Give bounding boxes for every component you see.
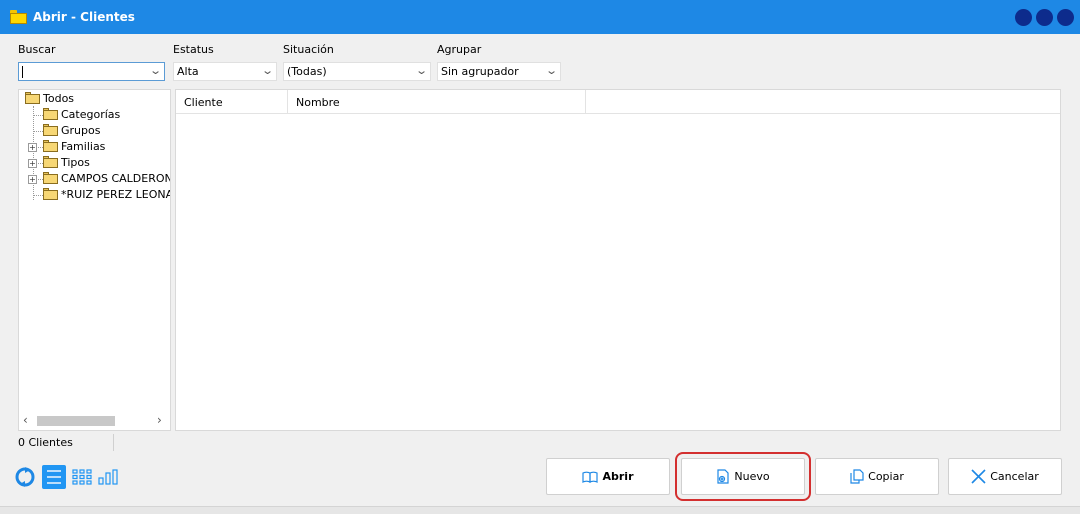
situacion-value: (Todas) xyxy=(287,65,327,78)
tree-item-label: Tipos xyxy=(61,155,90,169)
tree-item-label: Grupos xyxy=(61,123,101,137)
refresh-icon[interactable] xyxy=(14,466,36,488)
tree-item-categorias[interactable]: Categorías xyxy=(43,106,120,122)
tree-item-label: Familias xyxy=(61,139,106,153)
tree-item-tipos[interactable]: Tipos xyxy=(43,154,90,170)
tree-item-label: Categorías xyxy=(61,107,121,121)
situacion-select[interactable]: (Todas) ⌄ xyxy=(283,62,431,81)
abrir-label: Abrir xyxy=(602,470,634,483)
copy-icon xyxy=(850,469,864,484)
new-document-icon xyxy=(716,469,730,484)
column-label: Nombre xyxy=(296,95,340,109)
chevron-down-icon[interactable]: ⌄ xyxy=(415,64,428,77)
column-header-nombre[interactable]: Nombre xyxy=(288,90,586,114)
bottom-strip xyxy=(0,506,1080,514)
estatus-select[interactable]: Alta ⌄ xyxy=(173,62,277,81)
close-button[interactable] xyxy=(1057,9,1074,26)
folder-icon xyxy=(43,156,58,168)
situacion-label: Situación xyxy=(283,43,334,56)
copiar-button[interactable]: Copiar xyxy=(815,458,939,495)
expand-icon[interactable]: + xyxy=(28,143,37,152)
clients-grid: Cliente Nombre xyxy=(175,89,1061,431)
expand-icon[interactable]: + xyxy=(28,175,37,184)
expand-icon[interactable]: + xyxy=(28,159,37,168)
estatus-label: Estatus xyxy=(173,43,214,56)
nuevo-button[interactable]: Nuevo xyxy=(675,452,811,501)
horizontal-scrollbar[interactable]: ‹ › xyxy=(19,412,170,430)
scroll-right-icon[interactable]: › xyxy=(157,413,162,427)
column-header-cliente[interactable]: Cliente xyxy=(176,90,288,114)
agrupar-label: Agrupar xyxy=(437,43,482,56)
chevron-down-icon[interactable]: ⌄ xyxy=(545,64,558,77)
copiar-label: Copiar xyxy=(868,470,904,483)
view-toolbar xyxy=(14,462,124,492)
tree-item-todos[interactable]: Todos xyxy=(25,90,74,106)
filter-bar: Buscar ⌄ Estatus Alta ⌄ Situación (Todas… xyxy=(0,38,1080,86)
scroll-thumb[interactable] xyxy=(37,416,115,426)
record-count-label: 0 Clientes xyxy=(18,436,73,449)
tree-item-label: *RUIZ PEREZ LEONA xyxy=(61,187,171,201)
maximize-button[interactable] xyxy=(1036,9,1053,26)
tree-item-label: CAMPOS CALDERON xyxy=(61,171,171,185)
folder-icon xyxy=(43,188,58,200)
tree-item-familias[interactable]: Familias xyxy=(43,138,105,154)
list-view-icon[interactable] xyxy=(42,465,66,489)
title-bar: Abrir - Clientes xyxy=(0,0,1080,34)
folder-icon xyxy=(43,172,58,184)
tree-item-label: Todos xyxy=(43,91,75,105)
close-x-icon xyxy=(971,469,986,484)
chevron-down-icon[interactable]: ⌄ xyxy=(149,64,162,77)
agrupar-select[interactable]: Sin agrupador ⌄ xyxy=(437,62,561,81)
grid-header: Cliente Nombre xyxy=(176,90,1060,114)
search-input[interactable]: ⌄ xyxy=(18,62,165,81)
category-tree: Todos Categorías Grupos + Familias + Tip… xyxy=(18,89,171,431)
column-label: Cliente xyxy=(184,95,223,109)
folder-app-icon xyxy=(10,10,27,24)
tree-item-campos-calderon[interactable]: CAMPOS CALDERON xyxy=(43,170,171,186)
tree-item-grupos[interactable]: Grupos xyxy=(43,122,100,138)
agrupar-value: Sin agrupador xyxy=(441,65,519,78)
grid-view-icon[interactable] xyxy=(72,469,92,485)
buscar-label: Buscar xyxy=(18,43,56,56)
scroll-left-icon[interactable]: ‹ xyxy=(23,413,28,427)
minimize-button[interactable] xyxy=(1015,9,1032,26)
window-title: Abrir - Clientes xyxy=(33,10,135,24)
record-count: 0 Clientes xyxy=(18,434,114,451)
folder-icon xyxy=(43,140,58,152)
folder-open-icon xyxy=(43,108,58,120)
cancelar-button[interactable]: Cancelar xyxy=(948,458,1062,495)
book-open-icon xyxy=(582,471,599,483)
window-controls xyxy=(1015,9,1074,26)
folder-icon xyxy=(43,124,58,136)
bar-chart-view-icon[interactable] xyxy=(98,469,118,485)
abrir-button[interactable]: Abrir xyxy=(546,458,670,495)
folder-icon xyxy=(25,92,40,104)
nuevo-label: Nuevo xyxy=(734,470,770,483)
cancelar-label: Cancelar xyxy=(990,470,1039,483)
tree-item-ruiz-perez[interactable]: *RUIZ PEREZ LEONA xyxy=(43,186,171,202)
chevron-down-icon[interactable]: ⌄ xyxy=(261,64,274,77)
text-cursor xyxy=(22,65,23,78)
estatus-value: Alta xyxy=(177,65,199,78)
